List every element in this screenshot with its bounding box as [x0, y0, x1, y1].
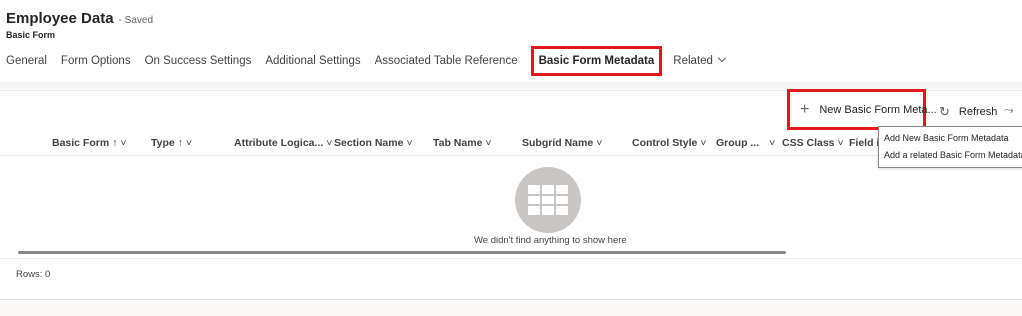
column-label: Type [151, 137, 175, 149]
chevron-down-icon: ˅ [837, 137, 844, 149]
column-header-basic-form[interactable]: Basic Form ↑ ˅ [52, 137, 127, 149]
column-label: Section Name [334, 137, 404, 149]
tab-on-success-settings[interactable]: On Success Settings [138, 46, 259, 76]
refresh-button-label: Refresh [958, 106, 998, 118]
tab-additional-settings[interactable]: Additional Settings [258, 46, 367, 76]
tooltip-line: Add New Basic Form Metadata [884, 133, 1009, 143]
new-basic-form-metadata-button[interactable]: + New Basic Form Meta... [787, 89, 937, 130]
column-label: Subgrid Name [522, 137, 594, 149]
sort-ascending-icon: ↑ ˅ [112, 137, 127, 149]
tab-bar: General Form Options On Success Settings… [0, 46, 732, 76]
chevron-down-icon: ˅ [485, 137, 492, 149]
horizontal-scrollbar[interactable] [18, 251, 786, 254]
refresh-button[interactable]: ↻ Refresh [939, 104, 997, 120]
empty-state-message: We didn't find anything to show here [474, 235, 627, 246]
page-subtitle: Basic Form [6, 30, 56, 40]
page-header: Employee Data - Saved [6, 10, 153, 27]
column-header-control-style[interactable]: Control Style ˅ [632, 137, 706, 149]
column-header-css-class[interactable]: CSS Class ˅ [782, 137, 844, 149]
chevron-down-icon: ˅ [596, 137, 603, 149]
refresh-icon: ↻ [939, 104, 950, 119]
grid-header: Basic Form ↑ ˅ Type ↑ ˅ Attribute Logica..… [0, 130, 1022, 156]
tab-form-options[interactable]: Form Options [54, 46, 138, 76]
flow-icon[interactable]: ⤳ [1004, 103, 1014, 118]
chevron-down-icon [717, 53, 727, 63]
tab-related-label: Related [673, 55, 713, 67]
new-button-label: New Basic Form Meta... [819, 103, 937, 116]
tab-basic-form-metadata[interactable]: Basic Form Metadata [530, 46, 663, 76]
grid-footer-divider [0, 258, 1022, 259]
column-label: Basic Form [52, 137, 110, 149]
column-label: CSS Class [782, 137, 835, 149]
chevron-down-icon: ˅ [700, 137, 707, 149]
tab-general[interactable]: General [0, 46, 54, 76]
column-header-tab-name[interactable]: Tab Name ˅ [433, 137, 492, 149]
column-header-subgrid-name[interactable]: Subgrid Name ˅ [522, 137, 602, 149]
column-label: Attribute Logica... [234, 137, 324, 149]
column-header-group[interactable]: Group ... ˅ [716, 137, 775, 149]
column-label: Control Style [632, 137, 698, 149]
column-label: Tab Name [433, 137, 483, 149]
tab-related[interactable]: Related [666, 46, 732, 76]
chevron-down-icon: ˅ [769, 137, 776, 149]
column-header-section-name[interactable]: Section Name ˅ [334, 137, 413, 149]
page-title: Employee Data [6, 10, 114, 27]
rows-count: Rows: 0 [16, 269, 51, 280]
new-button-tooltip: Add New Basic Form Metadata Add a relate… [878, 126, 1022, 168]
plus-icon: + [800, 100, 810, 118]
empty-table-icon [515, 167, 581, 233]
chevron-down-icon: ˅ [326, 137, 333, 149]
bottom-band [0, 300, 1022, 316]
chevron-down-icon: ˅ [406, 137, 413, 149]
save-status: - Saved [118, 15, 154, 26]
column-header-attribute-logical-name[interactable]: Attribute Logica... ˅ [234, 137, 332, 149]
sort-ascending-icon: ↑ ˅ [177, 137, 193, 149]
tab-associated-table-reference[interactable]: Associated Table Reference [368, 46, 525, 76]
column-label: Group ... [716, 137, 760, 149]
column-header-type[interactable]: Type ↑ ˅ [151, 137, 192, 149]
tooltip-line: Add a related Basic Form Metadata to t [884, 150, 1022, 160]
